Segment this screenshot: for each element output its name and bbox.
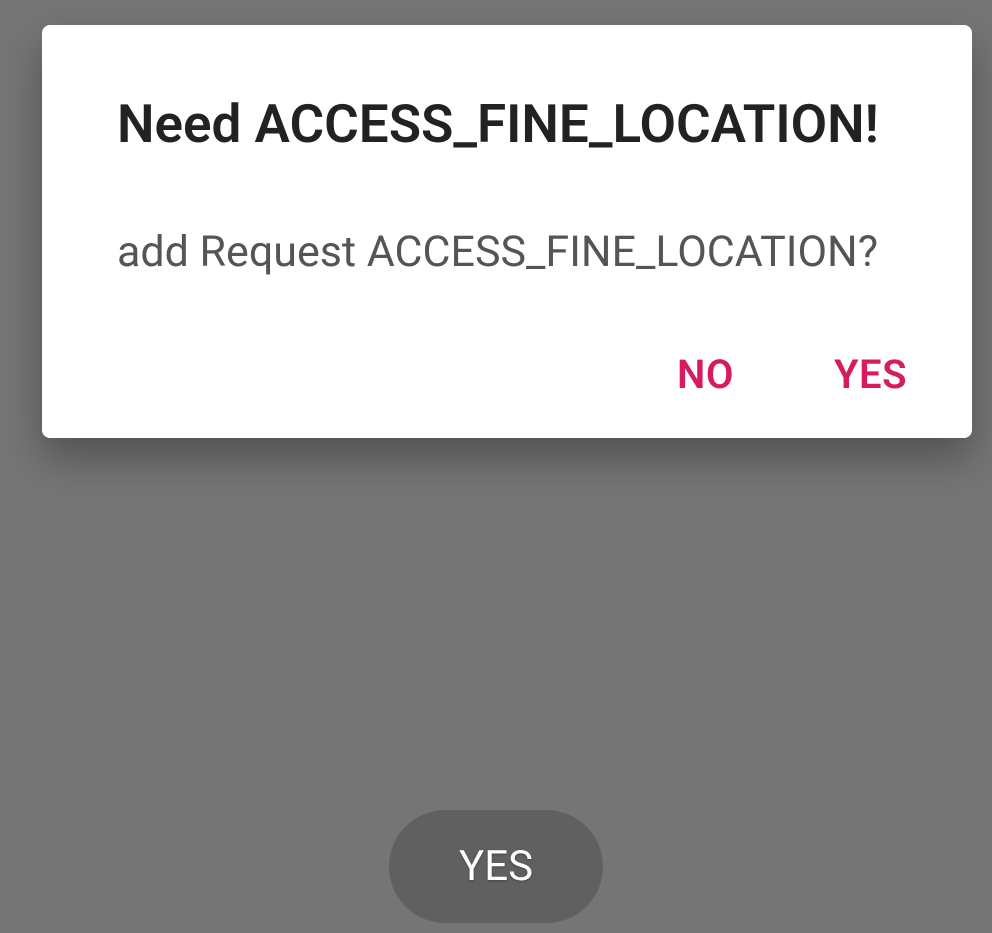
yes-button[interactable]: YES	[834, 341, 907, 408]
toast-text: YES	[459, 842, 533, 891]
dialog-title: Need ACCESS_FINE_LOCATION!	[42, 95, 972, 153]
dialog-message: add Request ACCESS_FINE_LOCATION?	[42, 225, 972, 281]
no-button[interactable]: NO	[677, 341, 734, 408]
toast: YES	[389, 810, 603, 923]
dialog-actions: NO YES	[42, 341, 972, 408]
permission-dialog: Need ACCESS_FINE_LOCATION! add Request A…	[42, 25, 972, 438]
